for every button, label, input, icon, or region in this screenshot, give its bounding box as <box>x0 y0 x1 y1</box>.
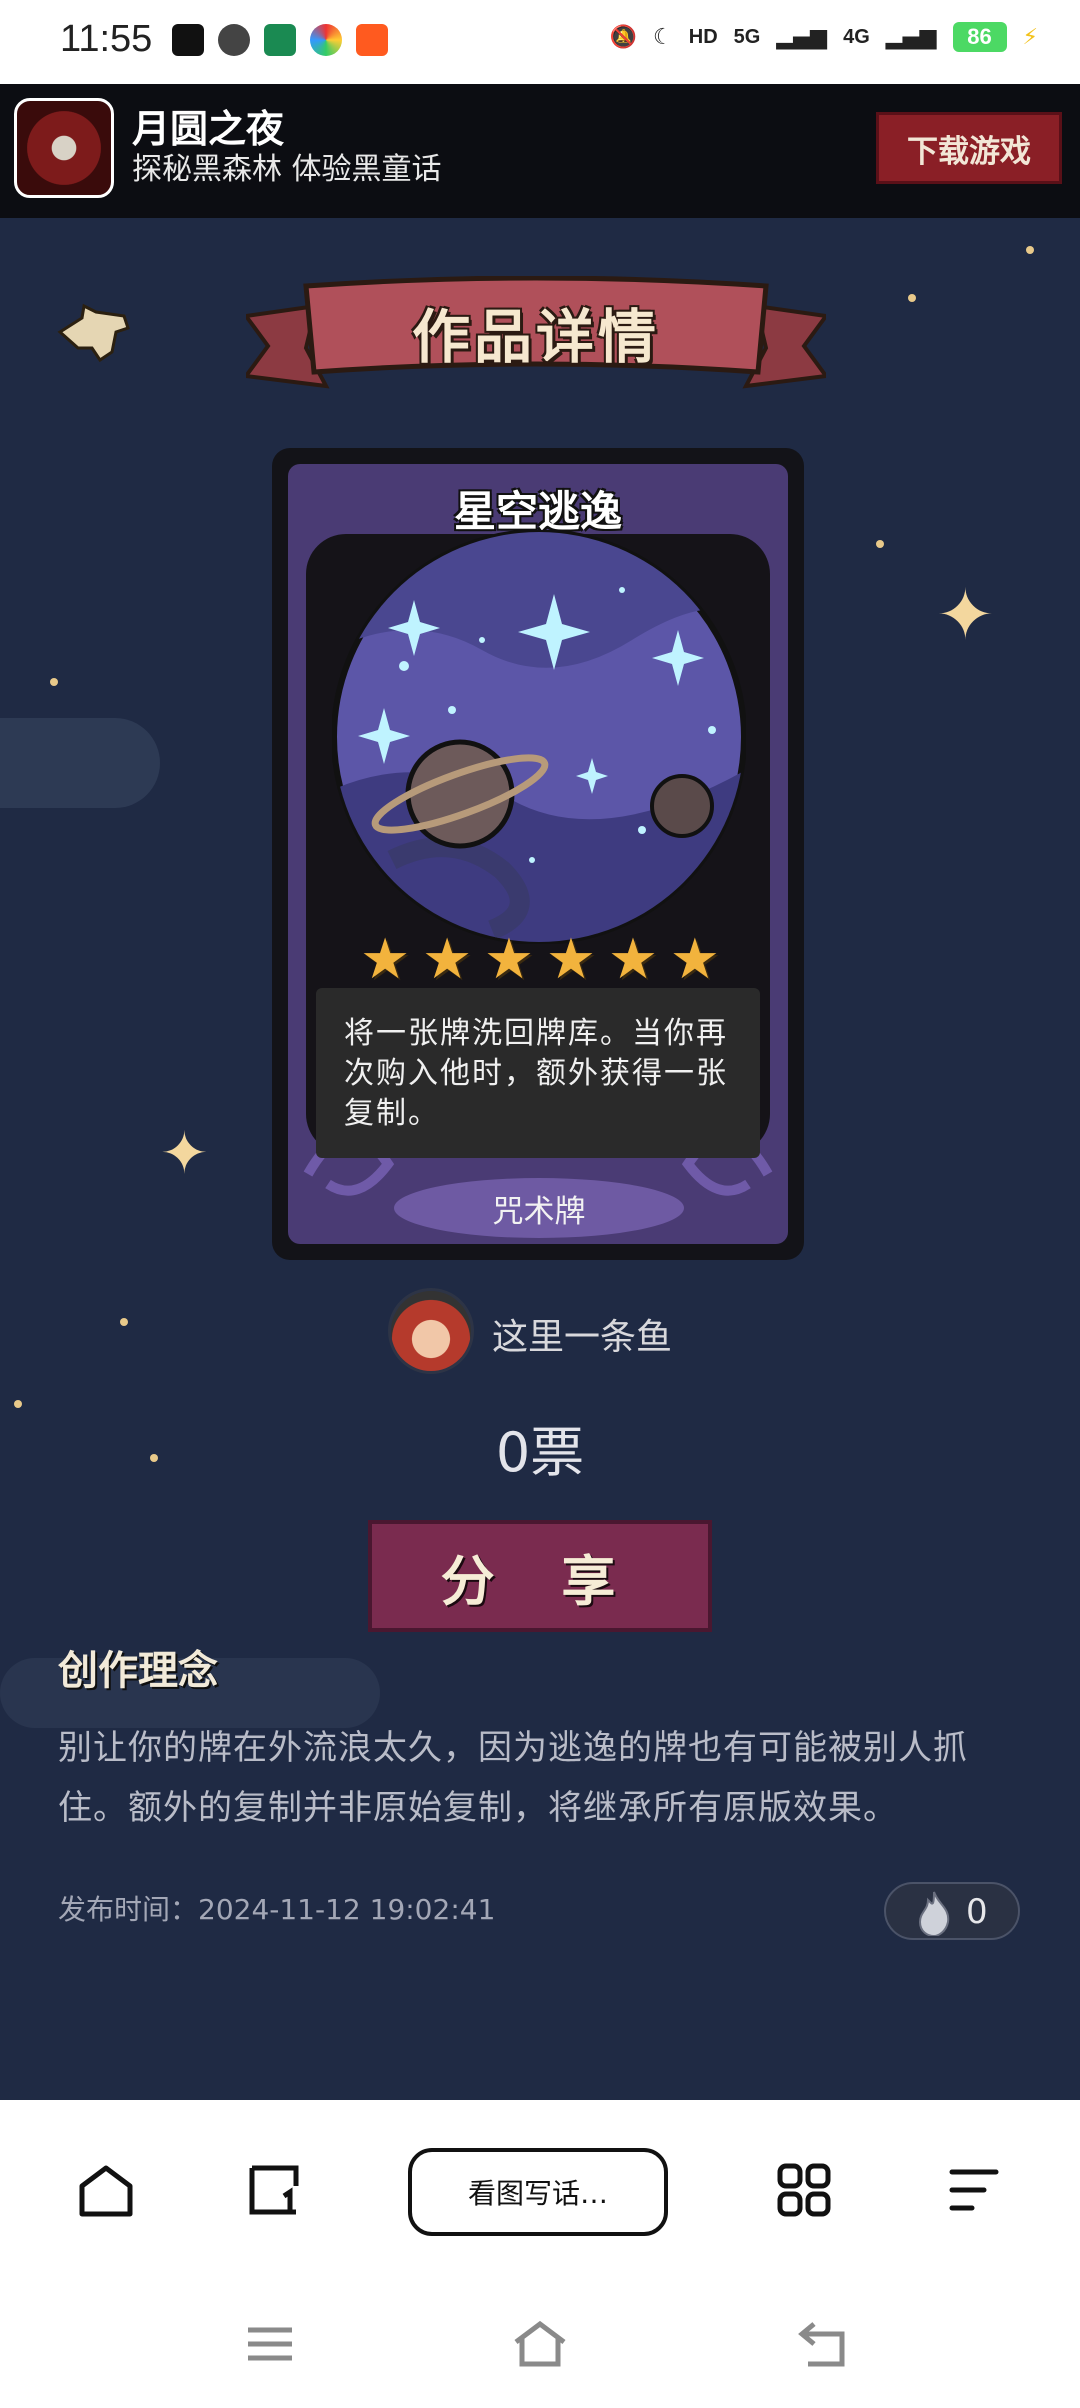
star-icon: ★ <box>669 927 720 992</box>
system-nav-bar <box>0 2276 1080 2408</box>
twinkle-star-icon: ✦ <box>160 1119 209 1187</box>
star-dot <box>1026 246 1034 254</box>
star-icon: ★ <box>483 927 535 992</box>
card-description-box: 将一张牌洗回牌库。当你再次购入他时，额外获得一张复制。 <box>316 988 760 1158</box>
share-button[interactable]: 分 享 <box>368 1520 712 1632</box>
signal-bars-icon: ▂▄▆ <box>885 24 937 50</box>
battery-indicator: 86 <box>952 22 1007 52</box>
main-content: ✦ ✦ 作品详情 星空逃逸 ★ ★ ★ ★ ★ ★ 将一张牌洗回牌库。当你再次购… <box>0 218 1080 2100</box>
moon-icon: ☾ <box>653 24 673 50</box>
status-bar: 11:55 🔕 ☾ HD 5G ▂▄▆ 4G ▂▄▆ 86 ⚡ <box>0 0 1080 84</box>
twinkle-star-icon: ✦ <box>936 574 995 656</box>
game-logo-icon <box>14 98 114 198</box>
hot-badge[interactable]: 0 <box>884 1882 1020 1940</box>
star-icon: ★ <box>607 927 659 992</box>
notification-icons <box>172 24 388 56</box>
recent-apps-icon[interactable] <box>242 2316 298 2372</box>
mute-bell-icon: 🔕 <box>609 24 638 50</box>
author-avatar[interactable] <box>388 1288 474 1374</box>
publish-time: 发布时间：2024-11-12 19:02:41 <box>58 1893 496 1926</box>
colorful-app-icon <box>310 24 342 56</box>
star-dot <box>876 540 884 548</box>
ad-subtitle: 探秘黑森林 体验黑童话 <box>132 152 442 187</box>
star-icon: ★ <box>360 927 411 992</box>
signal-bars-icon: ▂▄▆ <box>776 24 828 50</box>
home-icon[interactable] <box>76 2160 136 2220</box>
author-name[interactable]: 这里一条鱼 <box>492 1308 672 1360</box>
chat-bubble-icon <box>218 24 250 56</box>
starry-planet-artwork <box>332 530 746 944</box>
flame-icon <box>918 1891 950 1936</box>
card-description: 将一张牌洗回牌库。当你再次购入他时，额外获得一张复制。 <box>344 1016 728 1131</box>
menu-icon[interactable] <box>944 2160 1004 2220</box>
concept-heading: 创作理念 <box>58 1648 218 1694</box>
star-icon: ★ <box>421 927 473 992</box>
signal-4g-label: 4G <box>843 25 870 48</box>
concept-text: 别让你的牌在外流浪太久，因为逃逸的牌也有可能被别人抓住。额外的复制并非原始复制，… <box>58 1728 968 1828</box>
apps-grid-icon[interactable] <box>774 2160 834 2220</box>
taobao-app-icon <box>356 24 388 56</box>
star-icon: ★ <box>545 927 597 992</box>
system-back-icon[interactable] <box>796 2316 852 2372</box>
rating-stars: ★ ★ ★ ★ ★ ★ <box>360 930 720 990</box>
game-ad-banner[interactable]: 月圆之夜 探秘黑森林 体验黑童话 下载游戏 <box>0 84 1080 218</box>
star-dot <box>50 678 58 686</box>
download-game-button[interactable]: 下载游戏 <box>876 112 1062 184</box>
music-app-icon <box>172 24 204 56</box>
star-dot <box>14 1400 22 1408</box>
hot-count: 0 <box>966 1892 988 1932</box>
system-home-icon[interactable] <box>512 2316 568 2372</box>
page-title-banner: 作品详情 <box>246 276 826 406</box>
finance-app-icon <box>264 24 296 56</box>
browser-toolbar: 看图写话… <box>0 2100 1080 2276</box>
charging-bolt-icon: ⚡ <box>1022 24 1038 50</box>
cloud-decoration <box>0 718 160 808</box>
system-status-icons: 🔕 ☾ HD 5G ▂▄▆ 4G ▂▄▆ 86 ⚡ <box>610 22 1038 52</box>
star-dot <box>908 294 916 302</box>
back-hand-icon[interactable] <box>54 298 134 368</box>
page-title: 作品详情 <box>411 303 660 371</box>
vote-count: 0票 <box>495 1421 585 1484</box>
spell-card: 星空逃逸 ★ ★ ★ ★ ★ ★ 将一张牌洗回牌库。当你再次购入他时，额外获得一… <box>272 448 804 1260</box>
status-time: 11:55 <box>60 18 153 60</box>
tabs-icon[interactable] <box>244 2160 304 2220</box>
search-suggestion-button[interactable]: 看图写话… <box>408 2148 668 2236</box>
hd-label: HD <box>688 25 718 48</box>
card-type-badge: 咒术牌 <box>394 1178 684 1238</box>
star-dot <box>120 1318 128 1326</box>
signal-5g-label: 5G <box>733 25 761 48</box>
